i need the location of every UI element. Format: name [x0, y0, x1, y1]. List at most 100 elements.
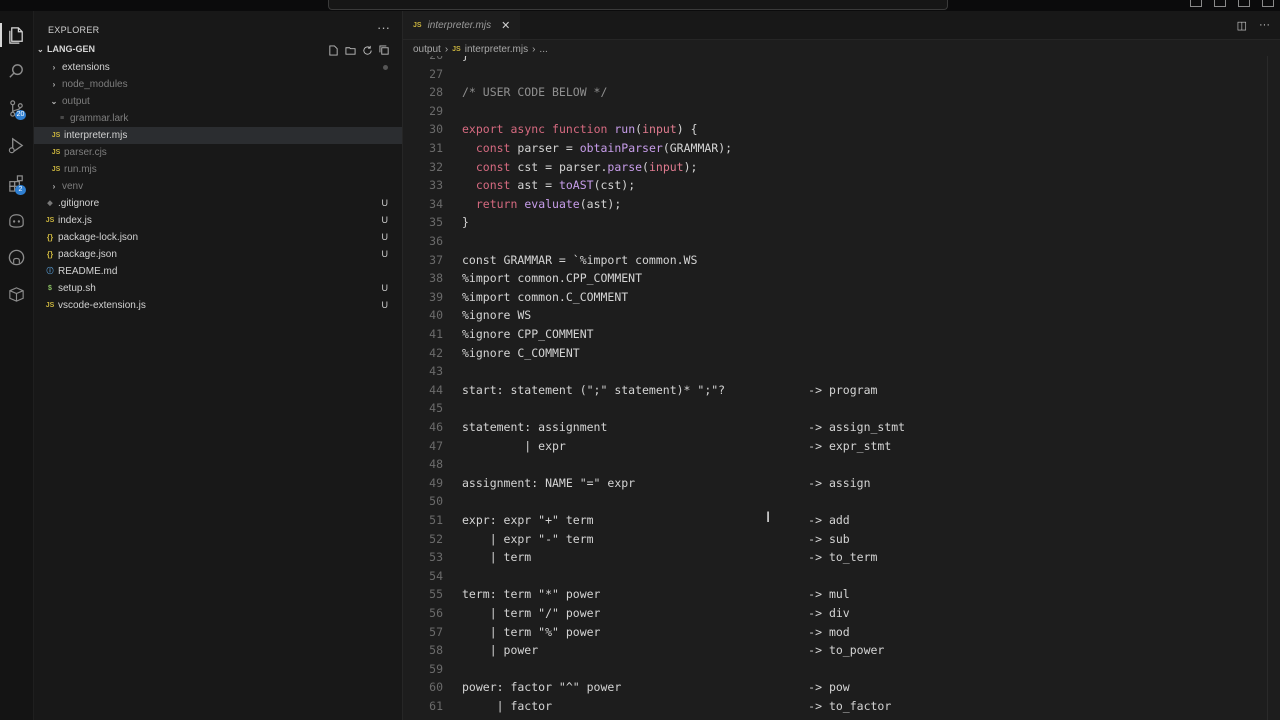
- tree-item-venv[interactable]: › venv: [34, 178, 402, 195]
- github-icon[interactable]: [0, 241, 33, 273]
- breadcrumb-folder[interactable]: output: [413, 44, 441, 55]
- code-text: assignment: NAME "=" expr -> assign: [462, 475, 871, 490]
- code-line[interactable]: 60 power: factor "^" power -> pow: [403, 678, 1280, 696]
- tree-item-extensions[interactable]: › extensions: [34, 59, 402, 76]
- code-line[interactable]: 39 %import common.C_COMMENT: [403, 288, 1280, 306]
- tree-item-readme-md[interactable]: ⓘ README.md: [34, 263, 402, 280]
- tree-item-output[interactable]: ⌄ output: [34, 93, 402, 110]
- copilot-icon[interactable]: [0, 204, 33, 236]
- code-line[interactable]: 47 | expr -> expr_stmt: [403, 437, 1280, 455]
- line-number: 38: [429, 271, 443, 286]
- code-line[interactable]: 42 %ignore C_COMMENT: [403, 344, 1280, 362]
- overview-ruler[interactable]: [1267, 56, 1280, 720]
- line-number: 46: [429, 420, 443, 434]
- collapse-all-icon[interactable]: [379, 43, 390, 55]
- tree-item-node-modules[interactable]: › node_modules: [34, 76, 402, 93]
- code-text: export async function run(input) {: [462, 122, 698, 137]
- tree-item-vscode-extension-js[interactable]: JS vscode-extension.js U: [34, 297, 402, 314]
- tree-item-gitignore[interactable]: ◆ .gitignore U: [34, 195, 402, 212]
- code-line[interactable]: 43: [403, 362, 1280, 380]
- tree-item-label: extensions: [62, 62, 110, 73]
- code-line[interactable]: 28 /* USER CODE BELOW */: [403, 83, 1280, 101]
- tab-label: interpreter.mjs: [427, 19, 492, 31]
- code-line[interactable]: 53 | term -> to_term: [403, 548, 1280, 566]
- line-number: 26: [403, 56, 443, 64]
- code-text: }: [462, 215, 469, 230]
- customize-layout-icon[interactable]: [1262, 0, 1274, 7]
- code-editor[interactable]: 26} 27 28 /* USER CODE BELOW */ 29 30 export a…: [403, 56, 1280, 720]
- code-line[interactable]: 59: [403, 660, 1280, 678]
- new-folder-icon[interactable]: [345, 43, 356, 55]
- code-line[interactable]: 51 expr: expr "+" term -> add: [403, 511, 1280, 529]
- new-file-icon[interactable]: [328, 43, 339, 56]
- tree-item-interpreter-mjs[interactable]: JS interpreter.mjs: [34, 127, 402, 144]
- code-line[interactable]: 32 const cst = parser.parse(input);: [403, 158, 1280, 176]
- search-icon[interactable]: [0, 55, 33, 87]
- code-text: power: factor "^" power -> pow: [462, 680, 850, 695]
- explorer-icon[interactable]: [0, 19, 33, 51]
- tab-interpreter-mjs[interactable]: JS interpreter.mjs ✕: [403, 11, 520, 39]
- code-line[interactable]: 45: [403, 399, 1280, 417]
- code-line[interactable]: 56 | term "/" power -> div: [403, 604, 1280, 622]
- line-number: 35: [429, 215, 443, 230]
- line-number: 45: [429, 401, 443, 416]
- code-line[interactable]: 54: [403, 567, 1280, 585]
- source-control-icon[interactable]: 20: [0, 92, 33, 124]
- run-debug-icon[interactable]: [0, 129, 33, 161]
- tree-item-run-mjs[interactable]: JS run.mjs: [34, 161, 402, 178]
- code-text: | factor -> to_factor: [462, 699, 892, 713]
- code-line[interactable]: 55 term: term "*" power -> mul: [403, 585, 1280, 603]
- code-line[interactable]: 52 | expr "-" term -> sub: [403, 530, 1280, 548]
- code-line[interactable]: 61 | factor -> to_factor: [403, 697, 1280, 715]
- code-line[interactable]: 58 | power -> to_power: [403, 641, 1280, 659]
- code-line[interactable]: 30 export async function run(input) {: [403, 120, 1280, 138]
- tree-item-label: run.mjs: [64, 164, 97, 175]
- refresh-icon[interactable]: [362, 43, 373, 55]
- code-line[interactable]: 50: [403, 492, 1280, 510]
- more-actions-icon[interactable]: ···: [1259, 19, 1270, 32]
- code-line[interactable]: 34 return evaluate(ast);: [403, 195, 1280, 213]
- breadcrumb-more[interactable]: ...: [539, 44, 547, 55]
- code-line[interactable]: 36: [403, 232, 1280, 250]
- tree-item-parser-cjs[interactable]: JS parser.cjs: [34, 144, 402, 161]
- code-line[interactable]: 37 const GRAMMAR = `%import common.WS: [403, 251, 1280, 269]
- tree-item-package-json[interactable]: {} package.json U: [34, 246, 402, 263]
- tree-item-package-lock-json[interactable]: {} package-lock.json U: [34, 229, 402, 246]
- panel-toggle-icon[interactable]: [1214, 0, 1226, 7]
- code-line[interactable]: 38 %import common.CPP_COMMENT: [403, 269, 1280, 287]
- line-number: 29: [429, 103, 443, 118]
- split-editor-icon[interactable]: ◫: [1237, 19, 1247, 32]
- code-line[interactable]: 40 %ignore WS: [403, 306, 1280, 324]
- code-line[interactable]: 29: [403, 102, 1280, 120]
- code-line[interactable]: 31 const parser = obtainParser(GRAMMAR);: [403, 139, 1280, 157]
- close-icon[interactable]: ✕: [501, 19, 510, 32]
- code-line[interactable]: 27: [403, 65, 1280, 83]
- layout-icon[interactable]: [1190, 0, 1202, 7]
- tree-item-setup-sh[interactable]: $ setup.sh U: [34, 280, 402, 297]
- sidebar-toggle-icon[interactable]: [1238, 0, 1250, 7]
- chevron-right-icon: ›: [52, 182, 56, 191]
- code-line[interactable]: 49 assignment: NAME "=" expr -> assign: [403, 474, 1280, 492]
- tree-item-index-js[interactable]: JS index.js U: [34, 212, 402, 229]
- command-center[interactable]: [328, 0, 948, 10]
- code-line[interactable]: 35}: [403, 213, 1280, 231]
- code-line[interactable]: 57 | term "%" power -> mod: [403, 623, 1280, 641]
- code-line[interactable]: 44 start: statement (";" statement)* ";"?…: [403, 381, 1280, 399]
- js-file-icon: JS: [413, 21, 422, 29]
- tree-item-grammar-lark[interactable]: ≡ grammar.lark: [34, 110, 402, 127]
- code-line[interactable]: 33 const ast = toAST(cst);: [403, 176, 1280, 194]
- code-line[interactable]: 48: [403, 455, 1280, 473]
- code-line[interactable]: 26}: [403, 56, 1280, 64]
- line-number: 43: [429, 364, 443, 379]
- containers-icon[interactable]: [0, 278, 33, 310]
- code-text: | term -> to_term: [462, 550, 878, 565]
- extensions-badge: 2: [15, 185, 26, 195]
- code-line[interactable]: 46 statement: assignment -> assign_stmt: [403, 418, 1280, 436]
- breadcrumb-file[interactable]: interpreter.mjs: [465, 44, 528, 55]
- extensions-icon[interactable]: 2: [0, 167, 33, 199]
- code-line[interactable]: 41 %ignore CPP_COMMENT: [403, 325, 1280, 343]
- line-number: 61: [429, 699, 443, 713]
- workspace-root[interactable]: ⌄ LANG-GEN: [37, 44, 95, 54]
- more-actions-icon[interactable]: ···: [377, 20, 390, 35]
- git-status: U: [381, 300, 389, 310]
